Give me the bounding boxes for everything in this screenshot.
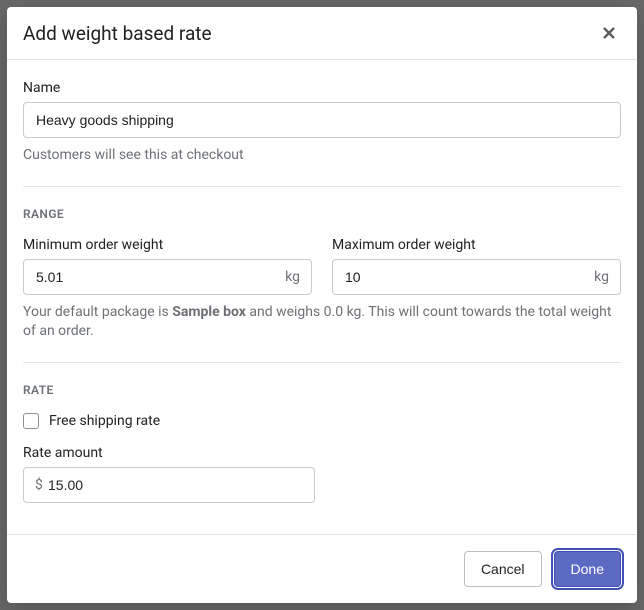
rate-amount-group: Rate amount $ <box>23 445 315 503</box>
cancel-button[interactable]: Cancel <box>464 551 542 587</box>
close-button[interactable] <box>597 21 621 45</box>
add-weight-rate-modal: Add weight based rate Name Customers wil… <box>7 7 637 603</box>
package-name: Sample box <box>172 304 246 320</box>
name-section: Name Customers will see this at checkout <box>23 60 621 186</box>
max-weight-input[interactable] <box>332 259 621 295</box>
range-row: Minimum order weight kg Maximum order we… <box>23 237 621 295</box>
rate-amount-label: Rate amount <box>23 445 315 461</box>
name-help-text: Customers will see this at checkout <box>23 146 621 166</box>
modal-body: Name Customers will see this at checkout… <box>7 60 637 534</box>
done-button[interactable]: Done <box>554 551 621 587</box>
close-icon <box>601 25 617 41</box>
modal-footer: Cancel Done <box>7 534 637 603</box>
name-label: Name <box>23 80 621 96</box>
package-help-text: Your default package is Sample box and w… <box>23 303 621 342</box>
rate-amount-input[interactable] <box>23 467 315 503</box>
package-text-prefix: Your default package is <box>23 304 172 320</box>
free-shipping-checkbox[interactable] <box>23 413 39 429</box>
max-weight-label: Maximum order weight <box>332 237 621 253</box>
min-weight-group: Minimum order weight kg <box>23 237 312 295</box>
name-input[interactable] <box>23 102 621 138</box>
range-section: RANGE Minimum order weight kg Maximum or… <box>23 186 621 362</box>
free-shipping-row: Free shipping rate <box>23 413 621 429</box>
free-shipping-label: Free shipping rate <box>49 413 160 429</box>
range-heading: RANGE <box>23 207 621 221</box>
min-weight-input[interactable] <box>23 259 312 295</box>
max-weight-group: Maximum order weight kg <box>332 237 621 295</box>
rate-heading: RATE <box>23 383 621 397</box>
rate-section: RATE Free shipping rate Rate amount $ <box>23 362 621 523</box>
modal-header: Add weight based rate <box>7 7 637 60</box>
modal-title: Add weight based rate <box>23 22 212 45</box>
min-weight-label: Minimum order weight <box>23 237 312 253</box>
